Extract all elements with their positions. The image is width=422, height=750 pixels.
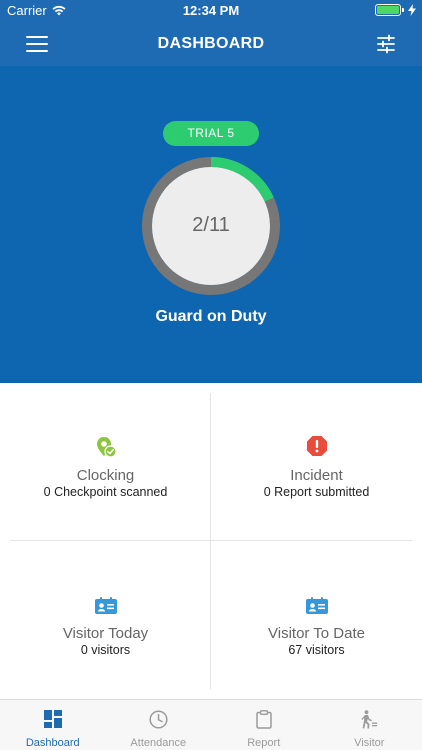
dashboard-icon: [43, 710, 62, 728]
tab-attendance-label: Attendance: [130, 737, 187, 749]
alert-octagon-icon: [306, 436, 327, 456]
page-title: DASHBOARD: [157, 35, 265, 52]
hero-panel: TRIAL 5 2/11 Guard on Duty: [0, 66, 422, 383]
filter-settings-icon[interactable]: [376, 34, 396, 54]
clock-icon: [149, 710, 168, 729]
incident-subtitle: 0 Report submitted: [263, 485, 370, 499]
clocking-card[interactable]: Clocking 0 Checkpoint scanned: [0, 383, 211, 541]
tab-dashboard-label: Dashboard: [25, 737, 80, 749]
tab-visitor[interactable]: Visitor: [317, 700, 422, 750]
visitor-to-date-subtitle: 67 visitors: [288, 643, 345, 657]
clipboard-icon: [256, 710, 272, 729]
visitor-today-card[interactable]: Visitor Today 0 visitors: [0, 541, 211, 699]
incident-card[interactable]: Incident 0 Report submitted: [211, 383, 422, 541]
visitor-to-date-title: Visitor To Date: [268, 625, 365, 642]
tab-dashboard[interactable]: Dashboard: [0, 700, 106, 750]
visitor-id-card-icon: [94, 597, 117, 614]
checkpoint-check-icon: [96, 437, 117, 458]
walking-person-icon: [361, 710, 378, 729]
tab-report-label: Report: [247, 737, 281, 749]
battery-icon: [375, 4, 404, 16]
tab-report[interactable]: Report: [211, 700, 317, 750]
incident-title: Incident: [290, 467, 343, 484]
nav-bar: DASHBOARD: [0, 22, 422, 66]
tab-bar: Dashboard Attendance Report Visitor: [0, 699, 422, 750]
tab-attendance[interactable]: Attendance: [106, 700, 212, 750]
guard-on-duty-label: Guard on Duty: [155, 308, 267, 325]
charging-icon: [408, 4, 416, 16]
visitor-id-card-icon: [305, 597, 328, 614]
stats-grid: Clocking 0 Checkpoint scanned Incident 0…: [0, 383, 422, 699]
status-time: 12:34 PM: [182, 3, 240, 18]
visitor-today-subtitle: 0 visitors: [80, 643, 131, 657]
trial-badge: TRIAL 5: [163, 121, 259, 146]
visitor-today-title: Visitor Today: [62, 625, 149, 642]
tab-visitor-label: Visitor: [354, 737, 385, 749]
gauge-value: 2/11: [192, 214, 230, 236]
visitor-to-date-card[interactable]: Visitor To Date 67 visitors: [211, 541, 422, 699]
clocking-subtitle: 0 Checkpoint scanned: [43, 485, 168, 499]
clocking-title: Clocking: [76, 467, 135, 484]
status-bar: Carrier 12:34 PM: [0, 0, 422, 22]
status-right: [375, 4, 416, 16]
